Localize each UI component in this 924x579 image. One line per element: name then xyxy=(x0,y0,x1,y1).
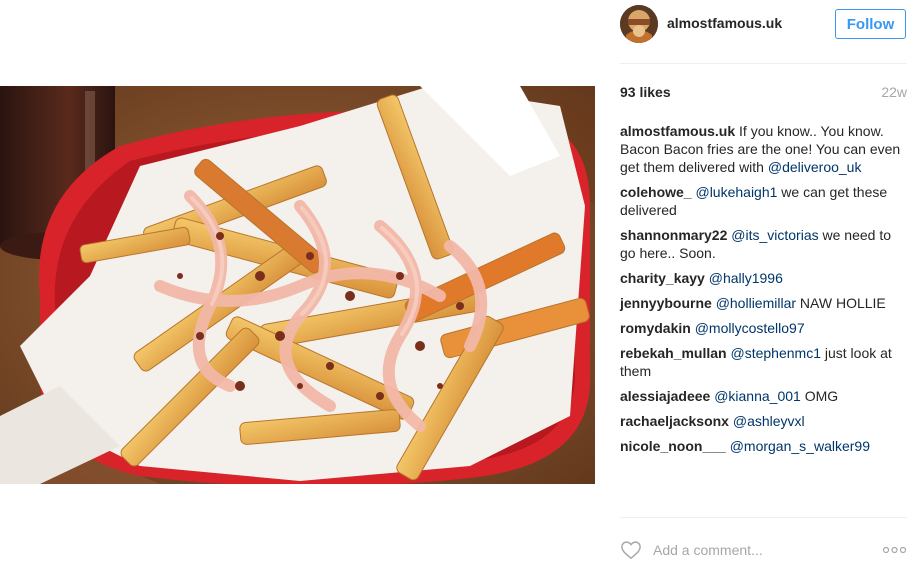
comment-username[interactable]: romydakin xyxy=(620,320,691,336)
comment-footer xyxy=(620,535,907,565)
comment-mention[interactable]: @ashleyvxl xyxy=(733,413,805,429)
profile-avatar-icon[interactable] xyxy=(620,5,658,43)
comment-mention[interactable]: @holliemillar xyxy=(716,295,796,311)
comment-mention[interactable]: @deliveroo_uk xyxy=(768,159,862,175)
comment-text: NAW HOLLIE xyxy=(796,295,886,311)
comment-username[interactable]: alessiajadeee xyxy=(620,388,710,404)
list-item: rebekah_mullan @stephenmc1 just look at … xyxy=(620,344,907,380)
comment-username[interactable]: colehowe_ xyxy=(620,184,692,200)
list-item: romydakin @mollycostello97 xyxy=(620,319,907,337)
list-item: shannonmary22 @its_victorias we need to … xyxy=(620,226,907,262)
comment-mention[interactable]: @stephenmc1 xyxy=(731,345,821,361)
comment-mention[interactable]: @its_victorias xyxy=(731,227,818,243)
fries-photo-illustration xyxy=(0,86,595,484)
caption: almostfamous.uk If you know.. You know. … xyxy=(620,122,907,176)
list-item: charity_kayy @hally1996 xyxy=(620,269,907,287)
divider xyxy=(620,63,907,64)
comment-username[interactable]: rebekah_mullan xyxy=(620,345,727,361)
comment-username[interactable]: shannonmary22 xyxy=(620,227,727,243)
list-item: alessiajadeee @kianna_001 OMG xyxy=(620,387,907,405)
likes-count[interactable]: 93 likes xyxy=(620,84,671,100)
list-item: nicole_noon___ @morgan_s_walker99 xyxy=(620,437,907,455)
comment-username[interactable]: almostfamous.uk xyxy=(620,123,735,139)
follow-button[interactable]: Follow xyxy=(835,9,906,39)
comment-mention[interactable]: @kianna_001 xyxy=(714,388,801,404)
list-item: jennyybourne @holliemillar NAW HOLLIE xyxy=(620,294,907,312)
comment-username[interactable]: charity_kayy xyxy=(620,270,705,286)
heart-outline-icon[interactable] xyxy=(620,540,642,560)
post-photo[interactable] xyxy=(0,86,595,484)
comment-input[interactable] xyxy=(653,539,863,561)
likes-row: 93 likes 22w xyxy=(620,84,907,104)
divider xyxy=(620,517,907,518)
comment-username[interactable]: jennyybourne xyxy=(620,295,712,311)
comment-mention[interactable]: @hally1996 xyxy=(709,270,783,286)
author-username[interactable]: almostfamous.uk xyxy=(667,15,782,31)
post-side-panel: almostfamous.uk Follow 93 likes 22w almo… xyxy=(620,0,907,579)
list-item: rachaeljacksonx @ashleyvxl xyxy=(620,412,907,430)
comment-mention[interactable]: @mollycostello97 xyxy=(695,320,805,336)
post-age[interactable]: 22w xyxy=(881,84,907,100)
comment-list: almostfamous.uk If you know.. You know. … xyxy=(620,122,907,462)
post-header: almostfamous.uk Follow xyxy=(620,0,907,64)
list-item: colehowe_ @lukehaigh1 we can get these d… xyxy=(620,183,907,219)
comment-username[interactable]: rachaeljacksonx xyxy=(620,413,729,429)
comment-text: OMG xyxy=(800,388,839,404)
more-options-icon[interactable] xyxy=(882,543,907,557)
comment-mention[interactable]: @morgan_s_walker99 xyxy=(730,438,870,454)
comment-mention[interactable]: @lukehaigh1 xyxy=(695,184,777,200)
comment-username[interactable]: nicole_noon___ xyxy=(620,438,726,454)
